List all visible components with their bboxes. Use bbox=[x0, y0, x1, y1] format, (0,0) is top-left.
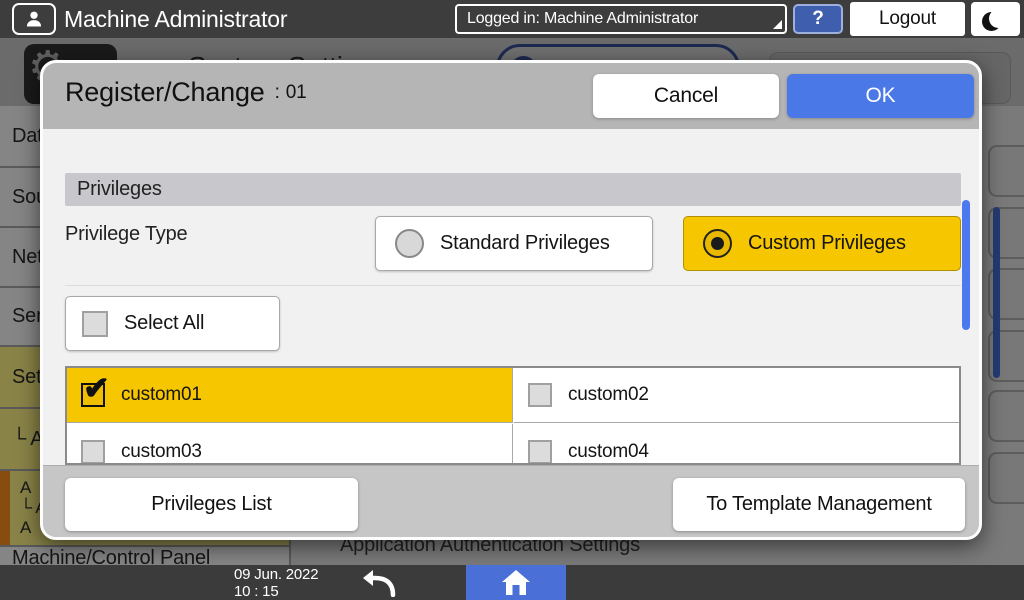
home-icon bbox=[501, 569, 531, 596]
taskbar: 09 Jun. 2022 10 : 15 bbox=[0, 565, 1024, 600]
privilege-type-label: Privilege Type bbox=[65, 223, 187, 246]
checkbox-custom01[interactable]: custom01 bbox=[67, 368, 513, 423]
select-all-checkbox[interactable]: Select All bbox=[65, 296, 280, 351]
dropdown-corner-icon bbox=[773, 20, 782, 29]
home-button[interactable] bbox=[466, 565, 566, 600]
cancel-button[interactable]: Cancel bbox=[593, 74, 779, 118]
dialog-title-bar: Register/Change:01 Cancel OK bbox=[43, 63, 979, 129]
checkbox-custom02[interactable]: custom02 bbox=[514, 368, 960, 423]
register-change-dialog: Register/Change:01 Cancel OK Privileges … bbox=[40, 60, 982, 540]
checkbox-checked-icon bbox=[81, 383, 105, 407]
checkbox-icon bbox=[528, 383, 552, 407]
time-display: 10 : 15 bbox=[234, 583, 318, 600]
dialog-footer: Privileges List To Template Management bbox=[43, 465, 979, 540]
checkbox-custom04[interactable]: custom04 bbox=[514, 424, 960, 465]
date-display: 09 Jun. 2022 bbox=[234, 566, 318, 583]
custom-privileges-grid: custom01 custom02 custom03 custom04 bbox=[65, 366, 961, 465]
template-management-button[interactable]: To Template Management bbox=[673, 478, 965, 531]
help-button[interactable]: ? bbox=[793, 4, 843, 34]
section-divider bbox=[65, 285, 961, 286]
night-mode-button[interactable] bbox=[971, 2, 1020, 36]
checkbox-icon bbox=[82, 311, 108, 337]
radio-custom-privileges[interactable]: Custom Privileges bbox=[683, 216, 961, 271]
checkbox-icon bbox=[81, 440, 105, 464]
privileges-list-button[interactable]: Privileges List bbox=[65, 478, 358, 531]
dialog-content: Privileges Privilege Type Standard Privi… bbox=[43, 129, 979, 465]
ok-button[interactable]: OK bbox=[787, 74, 974, 118]
radio-on-icon bbox=[703, 229, 732, 258]
user-icon bbox=[12, 3, 56, 35]
privileges-section-header: Privileges bbox=[65, 173, 961, 206]
radio-standard-privileges[interactable]: Standard Privileges bbox=[375, 216, 653, 271]
datetime-display: 09 Jun. 2022 10 : 15 bbox=[234, 566, 318, 600]
header-bar: Machine Administrator Logged in: Machine… bbox=[0, 0, 1024, 38]
back-arrow-icon bbox=[360, 569, 400, 597]
checkbox-custom03[interactable]: custom03 bbox=[67, 424, 513, 465]
back-button[interactable] bbox=[352, 565, 408, 600]
checkbox-icon bbox=[528, 440, 552, 464]
radio-off-icon bbox=[395, 229, 424, 258]
screen: ⚙ ⚙ System Settings Dat Sou Net Sen Sett… bbox=[0, 0, 1024, 600]
app-title: Machine Administrator bbox=[64, 0, 287, 38]
dialog-scrollbar[interactable] bbox=[962, 200, 970, 330]
dialog-title: Register/Change:01 bbox=[65, 77, 306, 108]
logout-button[interactable]: Logout bbox=[850, 2, 965, 36]
login-status-dropdown[interactable]: Logged in: Machine Administrator bbox=[455, 4, 787, 34]
crescent-moon-icon bbox=[989, 9, 1008, 28]
